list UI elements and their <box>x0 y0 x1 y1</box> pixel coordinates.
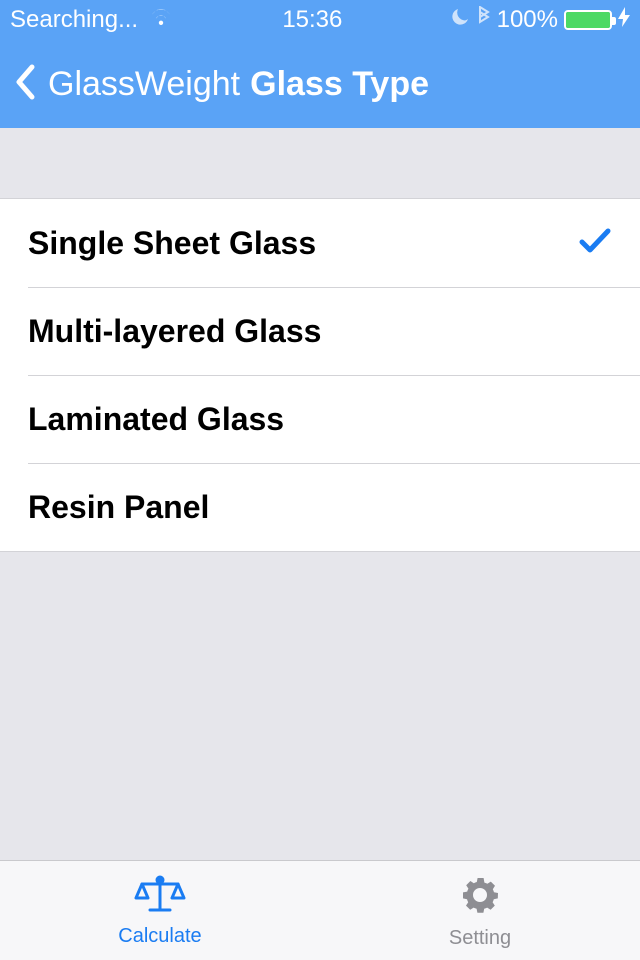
checkmark-icon <box>578 227 612 260</box>
back-label: GlassWeight <box>48 65 240 104</box>
option-laminated[interactable]: Laminated Glass <box>0 375 640 463</box>
charging-icon <box>618 6 630 34</box>
option-multi-layered[interactable]: Multi-layered Glass <box>0 287 640 375</box>
wifi-icon <box>148 6 174 34</box>
tab-bar: Calculate Setting <box>0 860 640 960</box>
page-title: Glass Type <box>250 65 429 104</box>
carrier-text: Searching... <box>10 6 138 34</box>
option-label: Single Sheet Glass <box>28 225 578 262</box>
scale-icon <box>132 874 188 921</box>
tab-label: Calculate <box>118 925 201 948</box>
tab-label: Setting <box>449 927 511 950</box>
option-label: Laminated Glass <box>28 401 612 438</box>
nav-bar: GlassWeight Glass Type <box>0 40 640 128</box>
moon-icon <box>451 6 471 34</box>
option-label: Multi-layered Glass <box>28 313 612 350</box>
status-left: Searching... <box>10 6 174 34</box>
tab-setting[interactable]: Setting <box>320 861 640 960</box>
status-right: 100% <box>451 6 630 35</box>
status-time: 15:36 <box>174 6 451 34</box>
gear-icon <box>457 872 503 923</box>
option-label: Resin Panel <box>28 489 612 526</box>
option-resin-panel[interactable]: Resin Panel <box>0 463 640 551</box>
glass-type-list: Single Sheet Glass Multi-layered Glass L… <box>0 198 640 552</box>
chevron-left-icon <box>14 63 36 106</box>
tab-calculate[interactable]: Calculate <box>0 861 320 960</box>
battery-percent: 100% <box>497 6 558 34</box>
back-button[interactable]: GlassWeight <box>14 63 240 106</box>
option-single-sheet[interactable]: Single Sheet Glass <box>0 199 640 287</box>
bluetooth-icon <box>477 6 491 35</box>
battery-icon <box>564 10 612 30</box>
status-bar: Searching... 15:36 100% <box>0 0 640 40</box>
top-spacer <box>0 128 640 198</box>
